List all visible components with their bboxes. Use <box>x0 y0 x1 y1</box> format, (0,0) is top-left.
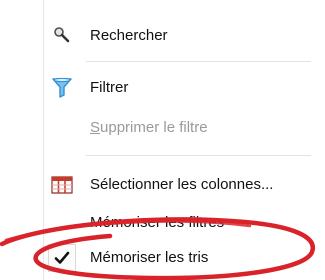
menu-item-rechercher[interactable]: Rechercher <box>0 21 325 51</box>
menu-separator <box>86 61 311 62</box>
checkmark-icon <box>50 246 74 270</box>
context-menu: Rechercher Filtrer Supprimer le filtre S… <box>0 0 325 280</box>
menu-item-label: Rechercher <box>90 27 168 44</box>
menu-item-label: Sélectionner les colonnes... <box>90 176 274 193</box>
menu-item-label: Supprimer le filtre <box>90 119 208 136</box>
cropped-top-edge <box>84 0 324 8</box>
menu-item-memoriser-les-tris[interactable]: Mémoriser les tris <box>0 243 325 273</box>
menu-item-selectionner-les-colonnes[interactable]: Sélectionner les colonnes... <box>0 170 325 200</box>
columns-icon <box>50 173 74 197</box>
filter-funnel-icon <box>50 76 74 100</box>
menu-item-filtrer[interactable]: Filtrer <box>0 73 325 103</box>
menu-item-label: Filtrer <box>90 79 129 96</box>
menu-item-label: Mémoriser les tris <box>90 249 209 266</box>
search-icon <box>50 24 74 48</box>
menu-separator <box>86 155 311 156</box>
menu-item-label: Mémoriser les filtres <box>90 214 225 231</box>
menu-item-memoriser-les-filtres[interactable]: Mémoriser les filtres <box>0 208 325 238</box>
menu-item-supprimer-le-filtre: Supprimer le filtre <box>0 113 325 143</box>
